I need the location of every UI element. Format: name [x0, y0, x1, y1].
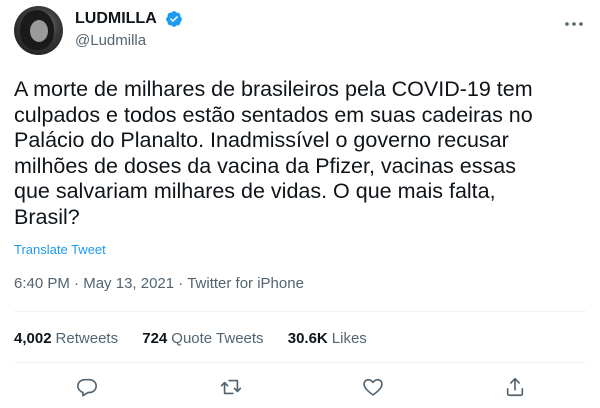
tweet-text: A morte de milhares de brasileiros pela … [14, 77, 533, 229]
heart-icon [363, 378, 383, 396]
quote-tweets-stat[interactable]: 724 Quote Tweets [142, 330, 263, 347]
verified-badge-icon [166, 11, 183, 27]
likes-count: 30.6K [287, 330, 328, 347]
tweet-time[interactable]: 6:40 PM [14, 275, 70, 292]
meta-separator: · [74, 275, 80, 292]
divider [14, 362, 586, 363]
tweet-source[interactable]: Twitter for iPhone [187, 275, 304, 292]
retweet-icon [220, 379, 242, 395]
translate-tweet-link[interactable]: Translate Tweet [14, 242, 106, 257]
avatar[interactable] [14, 6, 63, 55]
retweets-count: 4,002 [14, 330, 52, 347]
divider [14, 311, 586, 312]
reply-icon [77, 378, 97, 397]
tweet-card: LUDMILLA @Ludmilla A morte de milhares d… [0, 0, 600, 408]
tweet-actions [0, 374, 600, 402]
likes-label: Likes [331, 330, 367, 347]
reply-button[interactable] [74, 374, 100, 400]
retweets-label: Retweets [55, 330, 119, 347]
quote-tweets-label: Quote Tweets [171, 330, 264, 347]
likes-stat[interactable]: 30.6K Likes [288, 330, 367, 347]
tweet-meta: 6:40 PM · May 13, 2021 · Twitter for iPh… [14, 275, 304, 292]
retweet-button[interactable] [218, 374, 244, 400]
meta-separator: · [178, 275, 184, 292]
avatar-face [30, 20, 48, 42]
author-display-name[interactable]: LUDMILLA [75, 9, 157, 29]
tweet-date[interactable]: May 13, 2021 [83, 275, 174, 292]
share-icon [506, 377, 524, 397]
author-handle[interactable]: @Ludmilla [75, 31, 183, 51]
tweet-stats: 4,002 Retweets 724 Quote Tweets 30.6K Likes [14, 330, 387, 347]
share-button[interactable] [502, 374, 528, 400]
more-options-icon[interactable] [562, 14, 586, 34]
quote-tweets-count: 724 [142, 330, 168, 347]
retweets-stat[interactable]: 4,002 Retweets [14, 330, 118, 347]
author-block: LUDMILLA @Ludmilla [75, 9, 183, 51]
like-button[interactable] [360, 374, 386, 400]
tweet-header: LUDMILLA @Ludmilla [14, 6, 586, 58]
